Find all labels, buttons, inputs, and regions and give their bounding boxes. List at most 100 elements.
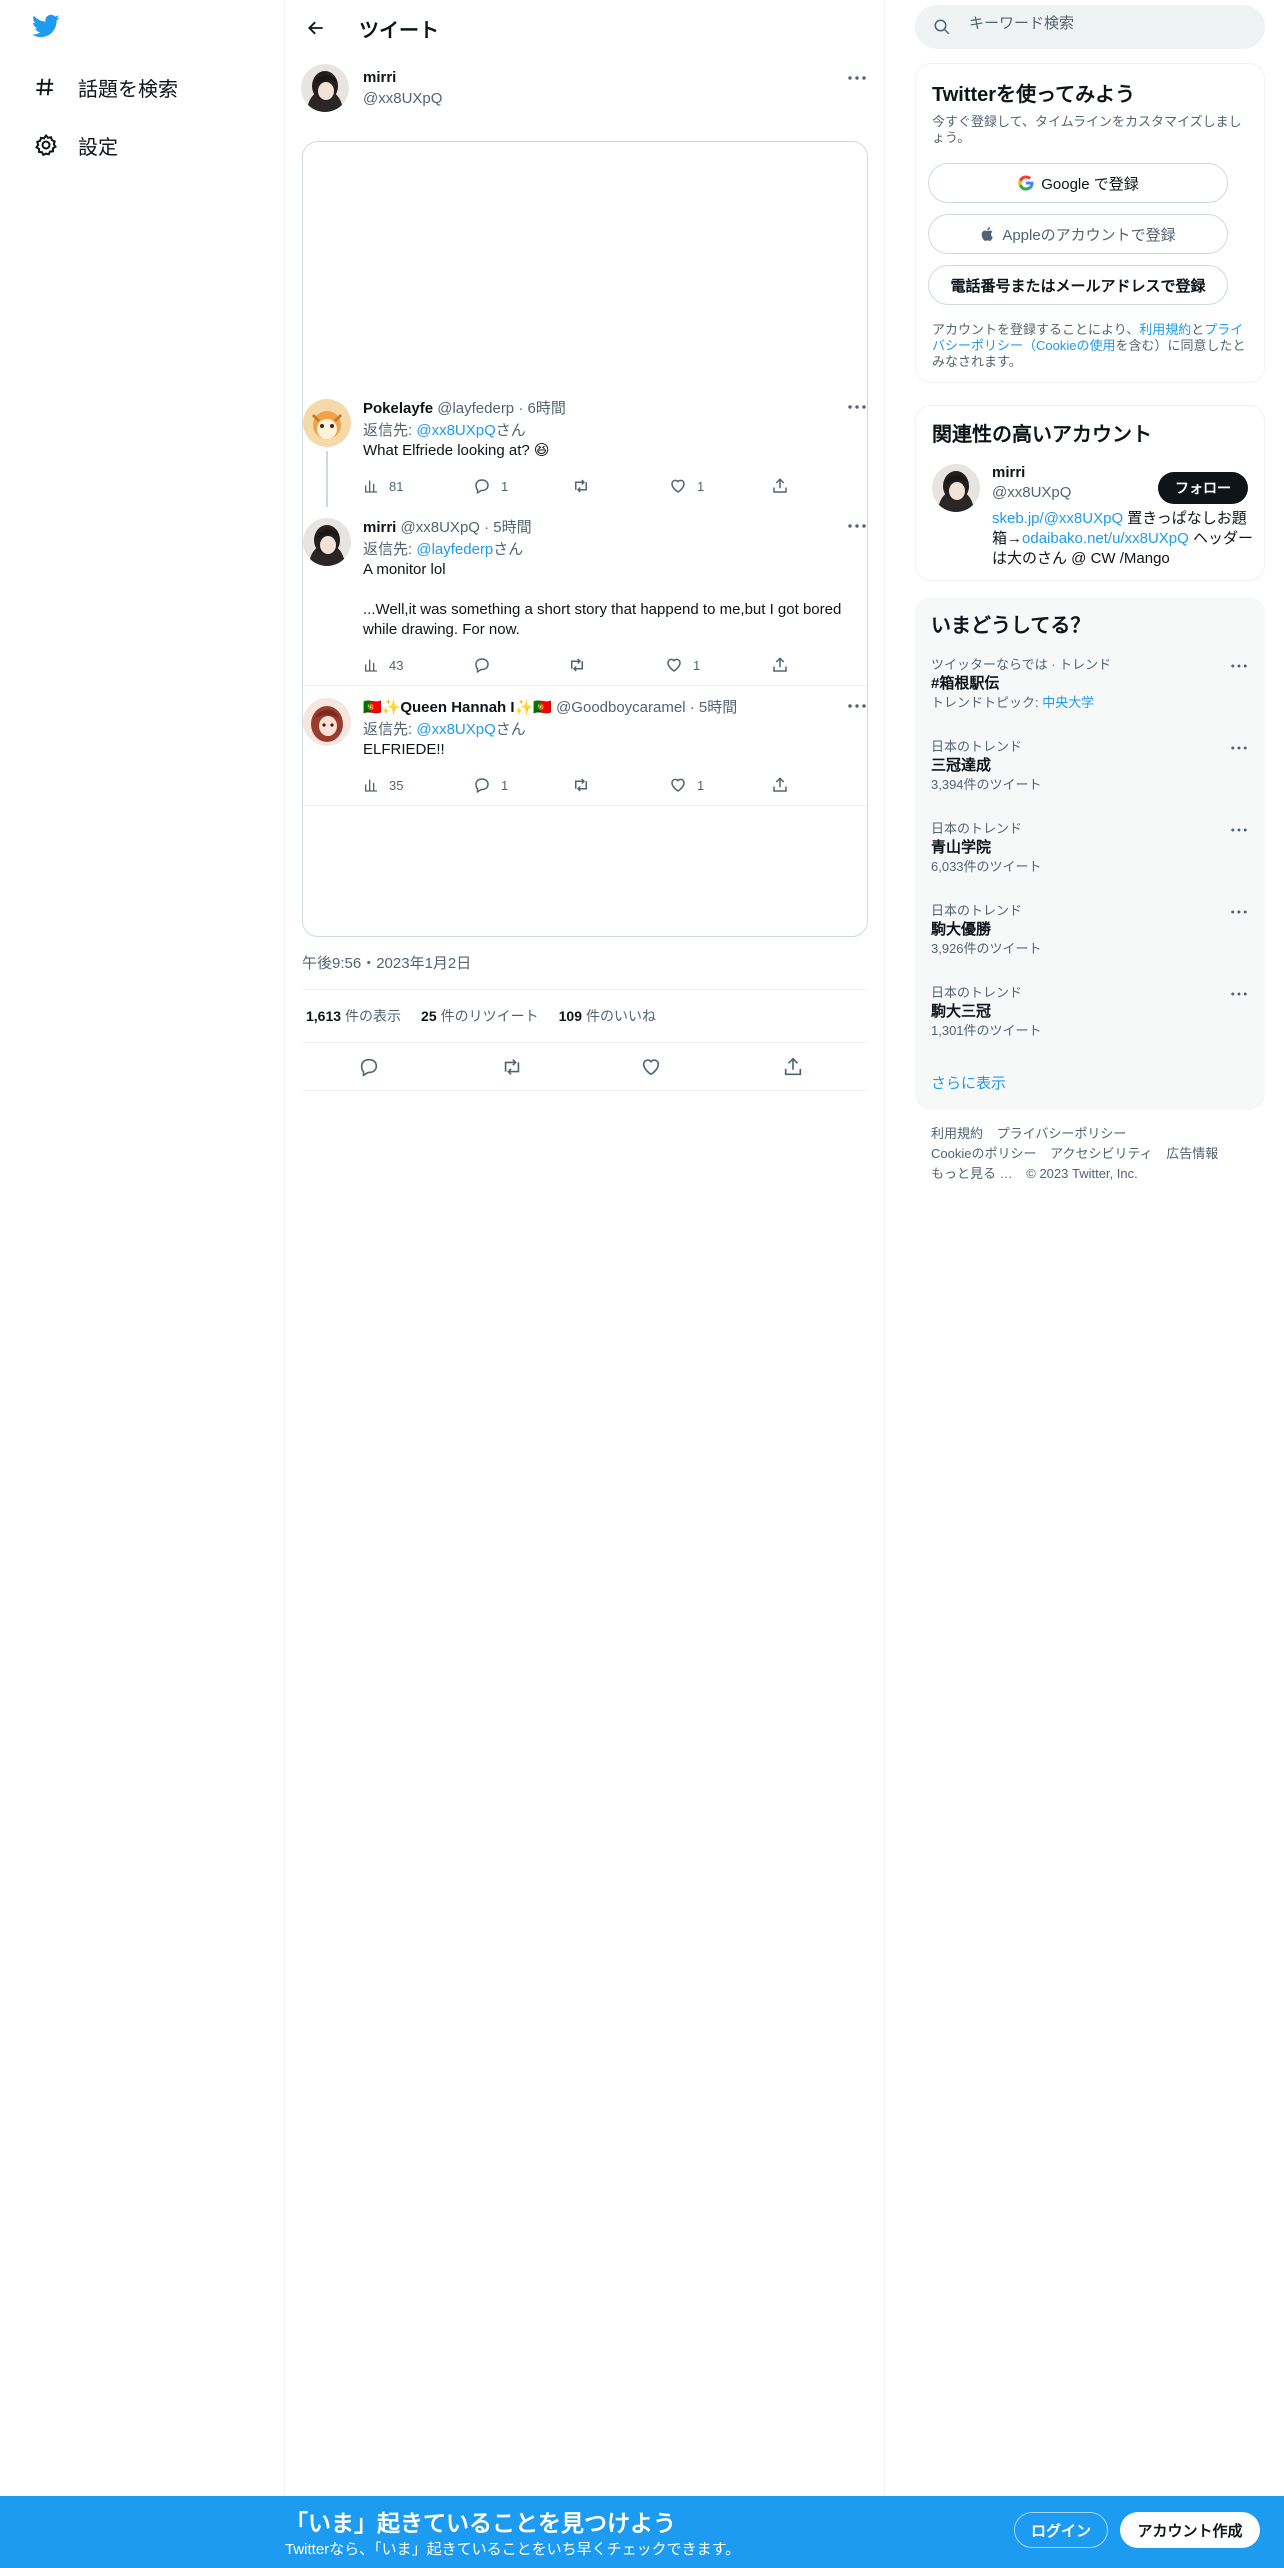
trend-topic-link[interactable]: 中央大学 <box>1042 695 1094 710</box>
more-options-button[interactable] <box>1227 738 1251 758</box>
back-button[interactable] <box>299 11 333 45</box>
trend-item[interactable]: ツイッターならでは · トレンド #箱根駅伝 トレンドトピック: 中央大学 <box>931 656 1249 712</box>
ellipsis-icon <box>848 524 866 528</box>
retweet-icon <box>575 479 587 493</box>
trend-item[interactable]: 日本のトレンド 三冠達成 3,394件のツイート <box>931 738 1249 794</box>
tweet-timestamp[interactable]: 午後9:56・2023年1月2日 <box>302 952 471 973</box>
avatar[interactable] <box>303 518 351 566</box>
retweets-stat[interactable]: 25 件のリツイート <box>421 1006 539 1026</box>
login-button[interactable]: ログイン <box>1014 2512 1108 2548</box>
mention-link[interactable]: @xx8UXpQ <box>416 422 495 439</box>
reply-tweet[interactable]: Pokelayfe @layfederp · 6時間 返信先: @xx8UXpQ… <box>303 395 867 507</box>
ellipsis-icon <box>1231 910 1247 914</box>
reply-author-handle[interactable]: @xx8UXpQ <box>401 519 480 536</box>
trend-item[interactable]: 日本のトレンド 青山学院 6,033件のツイート <box>931 820 1249 876</box>
more-options-button[interactable] <box>1227 902 1251 922</box>
reply-button[interactable] <box>473 654 501 676</box>
nav-explore[interactable]: 話題を検索 <box>26 61 178 113</box>
share-button[interactable] <box>771 654 799 676</box>
retweet-button[interactable] <box>571 774 601 796</box>
related-handle[interactable]: @xx8UXpQ <box>992 484 1071 501</box>
footer-ads-link[interactable]: 広告情報 <box>1166 1146 1218 1161</box>
reply-button[interactable]: 1 <box>473 475 508 497</box>
mention-link[interactable]: @layfederp <box>416 541 493 558</box>
share-button[interactable] <box>771 475 799 497</box>
reply-button[interactable] <box>358 1056 380 1078</box>
twitter-logo-icon[interactable] <box>30 12 66 48</box>
footer-more-link[interactable]: もっと見る … <box>931 1166 1013 1181</box>
retweet-button[interactable] <box>567 654 597 676</box>
avatar[interactable] <box>932 464 980 512</box>
reply-tweet[interactable]: mirri @xx8UXpQ · 5時間 返信先: @layfederpさん A… <box>303 514 867 676</box>
phone-email-signup-button[interactable]: 電話番号またはメールアドレスで登録 <box>928 265 1228 305</box>
heart-icon <box>671 479 685 493</box>
heart-icon <box>671 778 685 792</box>
footer-privacy-link[interactable]: プライバシーポリシー <box>997 1126 1127 1141</box>
reply-tweet[interactable]: 🇵🇹✨Queen Hannah I✨🇵🇹 @Goodboycaramel · 5… <box>303 694 867 804</box>
reply-button[interactable]: 1 <box>473 774 508 796</box>
related-name[interactable]: mirri <box>992 464 1025 481</box>
more-options-button[interactable] <box>845 397 867 417</box>
reply-author-name[interactable]: Pokelayfe <box>363 400 433 417</box>
ellipsis-icon <box>848 704 866 708</box>
bio-link[interactable]: skeb.jp/@xx8UXpQ <box>992 510 1123 527</box>
terms-link[interactable]: 利用規約 <box>1139 322 1191 337</box>
trend-title: #箱根駅伝 <box>931 675 1000 692</box>
reply-time[interactable]: 5時間 <box>699 699 737 716</box>
views-button[interactable]: 81 <box>363 475 403 497</box>
reply-time[interactable]: 5時間 <box>493 519 531 536</box>
google-signup-button[interactable]: Google で登録 <box>928 163 1228 203</box>
more-options-button[interactable] <box>1227 656 1251 676</box>
search-input[interactable] <box>969 15 1239 32</box>
nav-settings[interactable]: 設定 <box>26 119 118 171</box>
more-options-button[interactable] <box>1227 984 1251 1004</box>
like-button[interactable]: 1 <box>669 774 704 796</box>
reply-author-handle[interactable]: @layfederp <box>437 400 514 417</box>
author-handle[interactable]: @xx8UXpQ <box>363 90 442 107</box>
show-more-link[interactable]: さらに表示 <box>931 1072 1006 1093</box>
reply-author-handle[interactable]: @Goodboycaramel <box>556 699 685 716</box>
like-button[interactable]: 1 <box>665 654 700 676</box>
footer-cookie-link[interactable]: Cookieのポリシー <box>931 1146 1036 1161</box>
avatar[interactable] <box>303 399 351 447</box>
footer-terms-link[interactable]: 利用規約 <box>931 1126 983 1141</box>
retweet-button[interactable] <box>500 1056 524 1078</box>
trend-title: 駒大優勝 <box>931 921 992 938</box>
banner-subtitle: Twitterなら、「いま」起きていることをいち早くチェックできます。 <box>285 2541 741 2558</box>
reply-time[interactable]: 6時間 <box>528 400 566 417</box>
left-nav: 話題を検索 設定 <box>0 0 285 2568</box>
search-bar[interactable] <box>915 5 1265 49</box>
reply-icon <box>360 1058 378 1077</box>
share-button[interactable] <box>782 1056 804 1078</box>
divider <box>303 805 867 806</box>
reply-author-name[interactable]: mirri <box>363 519 396 536</box>
more-options-button[interactable] <box>845 516 867 536</box>
views-button[interactable]: 43 <box>363 654 403 676</box>
like-button[interactable] <box>640 1056 662 1078</box>
avatar[interactable] <box>301 64 349 112</box>
reply-author-name[interactable]: 🇵🇹✨Queen Hannah I✨🇵🇹 <box>363 699 552 716</box>
reply-text: What Elfriede looking at? 😆 <box>363 442 550 459</box>
more-options-button[interactable] <box>845 68 869 88</box>
author-name[interactable]: mirri <box>363 69 396 86</box>
trend-title: 三冠達成 <box>931 757 992 774</box>
follow-button[interactable]: フォロー <box>1158 472 1248 504</box>
trend-item[interactable]: 日本のトレンド 駒大優勝 3,926件のツイート <box>931 902 1249 958</box>
tweet-author: mirri @xx8UXpQ <box>301 62 869 118</box>
footer-accessibility-link[interactable]: アクセシビリティ <box>1050 1146 1153 1161</box>
avatar[interactable] <box>303 698 351 746</box>
more-options-button[interactable] <box>1227 820 1251 840</box>
like-button[interactable]: 1 <box>669 475 704 497</box>
retweet-button[interactable] <box>571 475 601 497</box>
likes-stat[interactable]: 109 件のいいね <box>559 1006 656 1026</box>
trend-item[interactable]: 日本のトレンド 駒大三冠 1,301件のツイート <box>931 984 1249 1040</box>
views-button[interactable]: 35 <box>363 774 403 796</box>
create-account-button[interactable]: アカウント作成 <box>1120 2512 1260 2548</box>
apple-signup-button[interactable]: Appleのアカウントで登録 <box>928 214 1228 254</box>
retweet-icon <box>571 658 583 672</box>
more-options-button[interactable] <box>845 696 867 716</box>
ellipsis-icon <box>848 76 866 80</box>
mention-link[interactable]: @xx8UXpQ <box>416 721 495 738</box>
bio-link[interactable]: odaibako.net/u/xx8UXpQ <box>1022 530 1189 547</box>
share-button[interactable] <box>771 774 799 796</box>
